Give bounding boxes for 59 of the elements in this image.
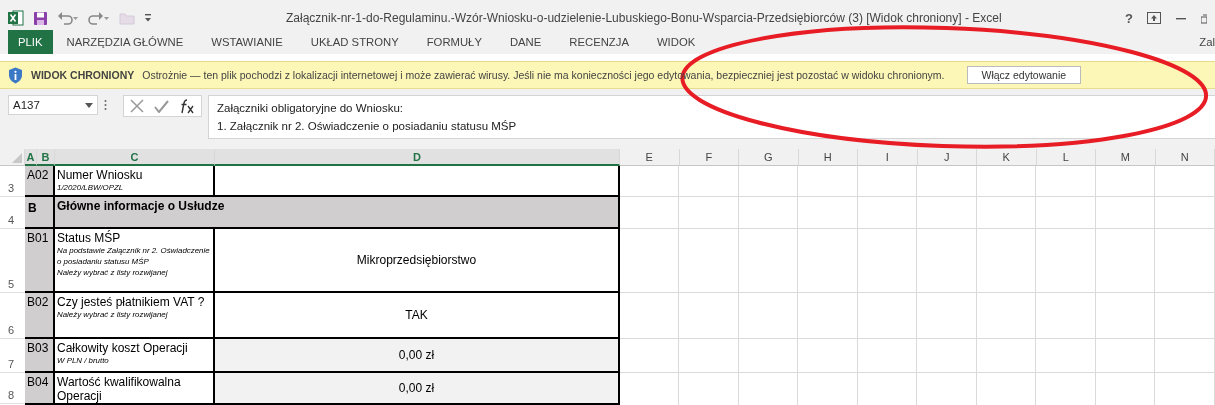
- protected-view-label: WIDOK CHRONIONY: [31, 69, 135, 81]
- item-code: B01: [25, 229, 55, 293]
- cancel-icon[interactable]: [130, 99, 144, 113]
- item-code: A02: [25, 166, 55, 197]
- empty-cell-grid[interactable]: [620, 166, 1215, 405]
- column-header[interactable]: B: [37, 149, 55, 166]
- more-icon[interactable]: [104, 99, 107, 111]
- section-title: Główne informacje o Usłudze: [55, 197, 620, 229]
- item-title: Status MŚP: [57, 231, 122, 245]
- enable-editing-button[interactable]: Włącz edytowanie: [966, 66, 1082, 84]
- item-code: B04: [25, 373, 55, 405]
- undo-icon[interactable]: [57, 11, 79, 25]
- column-header[interactable]: G: [739, 149, 799, 166]
- ribbon-tab[interactable]: WSTAWIANIE: [197, 30, 297, 54]
- column-header[interactable]: K: [977, 149, 1037, 166]
- column-header[interactable]: A: [25, 149, 37, 166]
- item-title: Całkowity koszt Operacji: [57, 341, 189, 355]
- customize-icon[interactable]: [144, 13, 152, 23]
- ribbon-tab[interactable]: WIDOK: [642, 30, 710, 54]
- ribbon-tab[interactable]: FORMUŁY: [412, 30, 496, 54]
- column-header[interactable]: I: [858, 149, 918, 166]
- column-header[interactable]: L: [1036, 149, 1096, 166]
- column-header[interactable]: C: [55, 149, 215, 166]
- ribbon-tab[interactable]: UKŁAD STRONY: [296, 30, 413, 54]
- formula-text[interactable]: Załączniki obligatoryjne do Wniosku: 1. Załącznik nr 2. Oświadczenie o posiadaniu statusu MŚP: [208, 95, 1215, 139]
- file-tab[interactable]: PLIK: [8, 30, 53, 54]
- item-title: Wartość kwalifikowalna Operacji: [57, 375, 182, 403]
- column-header[interactable]: E: [620, 149, 680, 166]
- section-code: B: [25, 197, 55, 229]
- spreadsheet-icon[interactable]: [8, 10, 24, 26]
- name-box[interactable]: A137: [8, 95, 98, 115]
- item-title: Numer Wniosku: [57, 168, 144, 182]
- ribbon-display-icon[interactable]: [1147, 12, 1161, 24]
- value-cell[interactable]: 0,00 zł: [215, 373, 620, 405]
- value-cell[interactable]: 0,00 zł: [215, 339, 620, 373]
- redo-icon[interactable]: [88, 11, 110, 25]
- restore-icon[interactable]: [1201, 12, 1207, 24]
- value-cell[interactable]: TAK: [215, 293, 620, 339]
- check-icon[interactable]: [154, 99, 169, 113]
- ribbon-tab[interactable]: RECENZJA: [555, 30, 643, 54]
- account-name[interactable]: Zal: [1199, 30, 1215, 54]
- item-title: Czy jesteś płatnikiem VAT ?: [57, 295, 206, 309]
- value-cell[interactable]: Mikroprzedsiębiorstwo: [215, 229, 620, 293]
- ribbon-tab[interactable]: DANE: [495, 30, 556, 54]
- column-header[interactable]: F: [679, 149, 739, 166]
- column-header[interactable]: J: [917, 149, 977, 166]
- value-cell[interactable]: [215, 166, 620, 197]
- shield-icon: [8, 66, 23, 84]
- column-header[interactable]: M: [1096, 149, 1156, 166]
- window-title: Załącznik-nr-1-do-Regulaminu.-Wzór-Wniosku-o-udzielenie-Lubuskiego-Bonu-Wsparcia-Przedsiębiorców (3) [Widok chroniony] - Excel: [286, 11, 1003, 25]
- item-code: B02: [25, 293, 55, 339]
- column-header[interactable]: D: [215, 149, 620, 166]
- column-header[interactable]: H: [798, 149, 858, 166]
- item-code: B03: [25, 339, 55, 373]
- ribbon-tab[interactable]: NARZĘDZIA GŁÓWNE: [52, 30, 198, 54]
- function-icon[interactable]: [179, 98, 195, 114]
- column-header[interactable]: N: [1155, 149, 1215, 166]
- save-icon[interactable]: [33, 10, 48, 26]
- help-button[interactable]: ?: [1125, 10, 1133, 26]
